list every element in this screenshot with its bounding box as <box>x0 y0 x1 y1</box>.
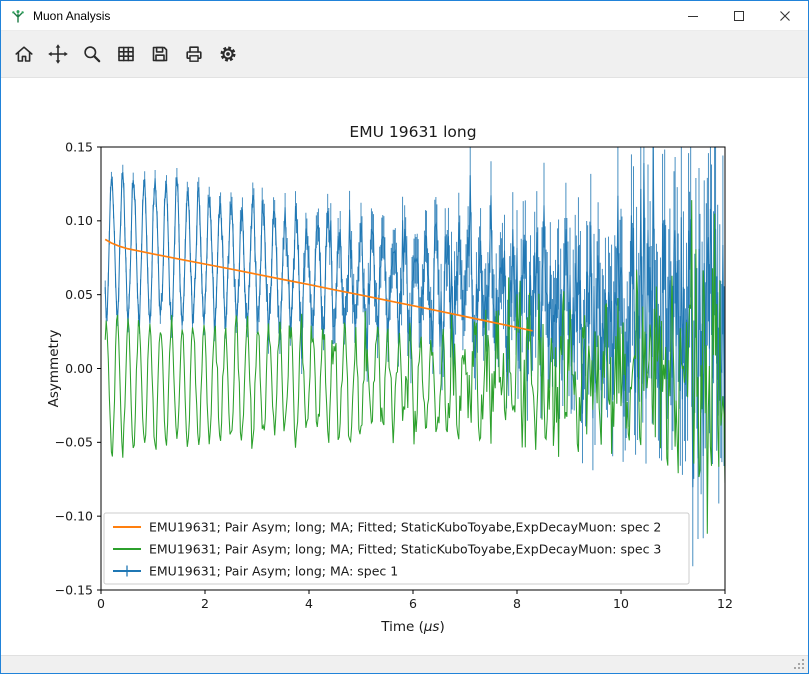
y-tick-label: 0.05 <box>65 287 93 302</box>
maximize-icon <box>734 11 744 21</box>
y-tick-label: −0.10 <box>55 508 93 523</box>
app-icon <box>10 8 26 24</box>
legend-entry-label: EMU19631; Pair Asym; long; MA; Fitted; S… <box>149 519 661 534</box>
figure-canvas[interactable]: 0 2 4 6 8 10 12 −0.15 −0.10 −0.05 0.00 0.05 0.10 0.15… <box>1 78 808 655</box>
plot-toolbar <box>1 31 808 78</box>
y-tick-label: 0.10 <box>65 213 93 228</box>
y-tick-label: −0.05 <box>55 435 93 450</box>
save-button[interactable] <box>145 36 175 72</box>
home-icon <box>13 43 35 65</box>
pan-arrows-icon <box>47 43 69 65</box>
figure-area: 0 2 4 6 8 10 12 −0.15 −0.10 −0.05 0.00 0.05 0.10 0.15… <box>1 78 808 655</box>
zoom-button[interactable] <box>77 36 107 72</box>
minimize-button[interactable] <box>670 1 716 30</box>
legend-entry-label: EMU19631; Pair Asym; long; MA; Fitted; S… <box>149 541 661 556</box>
y-tick-label: 0.15 <box>65 139 93 154</box>
print-button[interactable] <box>179 36 209 72</box>
x-tick-label: 6 <box>409 596 417 611</box>
x-tick-label: 0 <box>97 596 105 611</box>
save-floppy-icon <box>149 43 171 65</box>
maximize-button[interactable] <box>716 1 762 30</box>
y-tick-label: −0.15 <box>55 582 93 597</box>
close-icon <box>780 11 790 21</box>
grid-icon <box>115 43 137 65</box>
minimize-icon <box>688 11 698 21</box>
x-tick-label: 12 <box>717 596 733 611</box>
x-tick-label: 8 <box>513 596 521 611</box>
window-title: Muon Analysis <box>33 9 110 23</box>
gear-icon <box>217 43 239 65</box>
legend-entry-label: EMU19631; Pair Asym; long; MA: spec 1 <box>149 563 398 578</box>
x-tick-label: 2 <box>201 596 209 611</box>
printer-icon <box>183 43 205 65</box>
status-bar <box>1 655 808 673</box>
app-window: Muon Analysis <box>0 0 809 674</box>
x-tick-label: 4 <box>305 596 313 611</box>
pan-button[interactable] <box>43 36 73 72</box>
configure-subplots-button[interactable] <box>111 36 141 72</box>
y-axis-label: Asymmetry <box>46 330 62 408</box>
series-spec1-errorbars <box>105 78 725 566</box>
x-tick-label: 10 <box>613 596 629 611</box>
resize-grip[interactable] <box>792 657 806 671</box>
chart-title: EMU 19631 long <box>349 123 476 141</box>
x-axis-label: Time (μs) <box>380 619 445 635</box>
close-button[interactable] <box>762 1 808 30</box>
home-button[interactable] <box>9 36 39 72</box>
legend: EMU19631; Pair Asym; long; MA; Fitted; S… <box>104 513 689 584</box>
settings-button[interactable] <box>213 36 243 72</box>
y-tick-label: 0.00 <box>65 361 93 376</box>
zoom-magnifier-icon <box>81 43 103 65</box>
plot-series <box>105 78 725 566</box>
title-bar[interactable]: Muon Analysis <box>1 1 808 31</box>
